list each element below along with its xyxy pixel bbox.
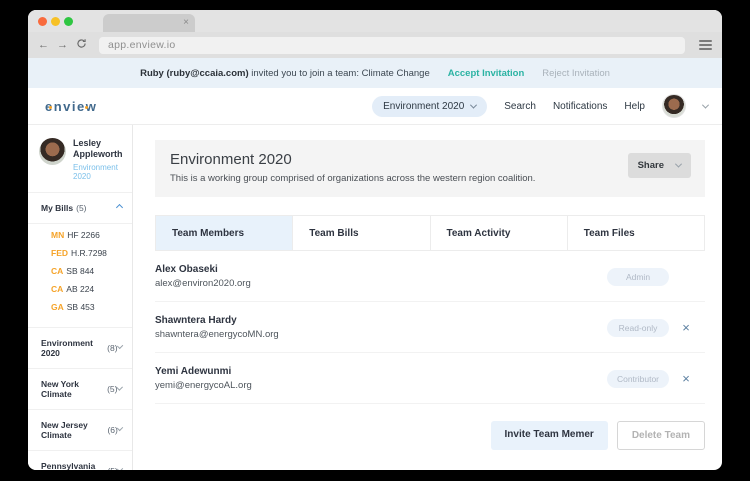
tab[interactable]: Team Activity <box>430 216 567 250</box>
main-content: Environment 2020 This is a working group… <box>133 125 722 470</box>
member-row: Shawntera Hardy shawntera@energycoMN.org… <box>155 302 705 353</box>
team-description: This is a working group comprised of org… <box>170 173 690 184</box>
close-window-button[interactable] <box>38 17 47 26</box>
team-tabs: Team Members Team Bills Team Activity Te… <box>155 215 705 251</box>
profile-team-link[interactable]: Environment 2020 <box>73 163 126 181</box>
bill-state-tag: GA <box>51 302 64 312</box>
tab[interactable]: Team Members <box>156 216 292 250</box>
search-link[interactable]: Search <box>504 101 536 112</box>
tab[interactable]: Team Files <box>567 216 704 250</box>
reject-invitation-link[interactable]: Reject Invitation <box>542 68 610 79</box>
inviter-name: Ruby (ruby@ccaia.com) <box>140 68 249 79</box>
invitation-message: Ruby (ruby@ccaia.com) invited you to joi… <box>140 68 430 79</box>
bill-number: SB 453 <box>67 302 95 312</box>
role-badge: Admin <box>607 268 669 286</box>
sidebar-team-toggle[interactable]: New Jersey Climate (6) <box>28 410 132 450</box>
tab[interactable]: Team Bills <box>292 216 429 250</box>
role-badge: Contributor <box>607 370 669 388</box>
url-text: app.enview.io <box>108 39 176 51</box>
enview-logo: enview <box>45 99 97 114</box>
sidebar-team-toggle[interactable]: Pennsylvania Clim.. (5) <box>28 451 132 471</box>
member-name: Yemi Adewunmi <box>155 366 607 377</box>
sidebar-my-bills-toggle[interactable]: My Bills (5) <box>28 193 132 223</box>
chevron-down-icon <box>675 161 682 168</box>
bill-item[interactable]: CAAB 224 <box>51 280 132 298</box>
member-row: Yemi Adewunmi yemi@energycoAL.org Contri… <box>155 353 705 404</box>
app-header: enview Environment 2020 Search Notificat… <box>28 88 722 125</box>
browser-nav-bar: ← → app.enview.io <box>28 32 722 58</box>
window-controls <box>38 17 73 26</box>
bill-state-tag: CA <box>51 266 63 276</box>
logo-accent-icon <box>85 106 88 109</box>
bill-item[interactable]: GASB 453 <box>51 298 132 316</box>
bill-number: SB 844 <box>66 266 94 276</box>
my-bills-count: (5) <box>76 203 86 213</box>
sidebar-team-toggle[interactable]: Environment 2020 (8) <box>28 328 132 368</box>
browser-menu-icon[interactable] <box>699 40 712 50</box>
bill-state-tag: FED <box>51 248 68 258</box>
sidebar: Lesley Appleworth Environment 2020 My Bi… <box>28 125 133 470</box>
browser-tab-strip: × <box>28 10 722 32</box>
member-name: Alex Obaseki <box>155 264 607 275</box>
invitation-banner: Ruby (ruby@ccaia.com) invited you to joi… <box>28 58 722 88</box>
bill-item[interactable]: CASB 844 <box>51 262 132 280</box>
profile-avatar <box>39 138 66 165</box>
member-email: yemi@energycoAL.org <box>155 380 607 391</box>
address-bar[interactable]: app.enview.io <box>99 37 685 54</box>
page-title: Environment 2020 <box>170 151 690 168</box>
invite-team-member-button[interactable]: Invite Team Memer <box>491 421 608 450</box>
bill-state-tag: CA <box>51 284 63 294</box>
bill-state-tag: MN <box>51 230 64 240</box>
browser-tab[interactable]: × <box>103 14 195 32</box>
remove-member-icon[interactable]: × <box>669 372 703 385</box>
sidebar-team-toggle[interactable]: New York Climate (5) <box>28 369 132 409</box>
bill-number: H.R.7298 <box>71 248 107 258</box>
browser-window: × ← → app.enview.io Ruby (ruby@ccaia.com… <box>28 10 722 470</box>
bill-number: HF 2266 <box>67 230 100 240</box>
user-avatar[interactable] <box>662 94 686 118</box>
member-email: shawntera@energycoMN.org <box>155 329 607 340</box>
team-selector-dropdown[interactable]: Environment 2020 <box>372 96 487 117</box>
zoom-window-button[interactable] <box>64 17 73 26</box>
chevron-down-icon[interactable] <box>702 101 709 108</box>
bill-item[interactable]: MNHF 2266 <box>51 226 132 244</box>
minimize-window-button[interactable] <box>51 17 60 26</box>
back-icon[interactable]: ← <box>38 40 49 51</box>
notifications-link[interactable]: Notifications <box>553 101 607 112</box>
remove-member-icon[interactable]: × <box>669 321 703 334</box>
bill-item[interactable]: FEDH.R.7298 <box>51 244 132 262</box>
delete-team-button[interactable]: Delete Team <box>617 421 705 450</box>
member-name: Shawntera Hardy <box>155 315 607 326</box>
share-button[interactable]: Share <box>628 153 691 178</box>
sidebar-team-sections: Environment 2020 (8) New York Climate (5… <box>28 327 132 471</box>
profile-card: Lesley Appleworth Environment 2020 <box>28 125 132 192</box>
accept-invitation-link[interactable]: Accept Invitation <box>448 68 525 79</box>
logo-accent-icon <box>49 106 52 109</box>
team-members-list: Alex Obaseki alex@environ2020.org Admin … <box>155 251 705 404</box>
reload-icon[interactable] <box>76 38 87 52</box>
tab-close-icon[interactable]: × <box>183 18 189 28</box>
profile-name: Lesley Appleworth <box>73 138 126 161</box>
chevron-up-icon <box>116 204 123 211</box>
chevron-down-icon <box>470 101 477 108</box>
team-header-panel: Environment 2020 This is a working group… <box>155 140 705 197</box>
my-bills-list: MNHF 2266 FEDH.R.7298 CASB 844 CAAB 224 <box>28 223 132 327</box>
help-link[interactable]: Help <box>624 101 645 112</box>
forward-icon[interactable]: → <box>57 40 68 51</box>
member-row: Alex Obaseki alex@environ2020.org Admin … <box>155 251 705 302</box>
member-email: alex@environ2020.org <box>155 278 607 289</box>
bill-number: AB 224 <box>66 284 94 294</box>
chevron-down-icon <box>116 384 123 391</box>
role-badge: Read-only <box>607 319 669 337</box>
